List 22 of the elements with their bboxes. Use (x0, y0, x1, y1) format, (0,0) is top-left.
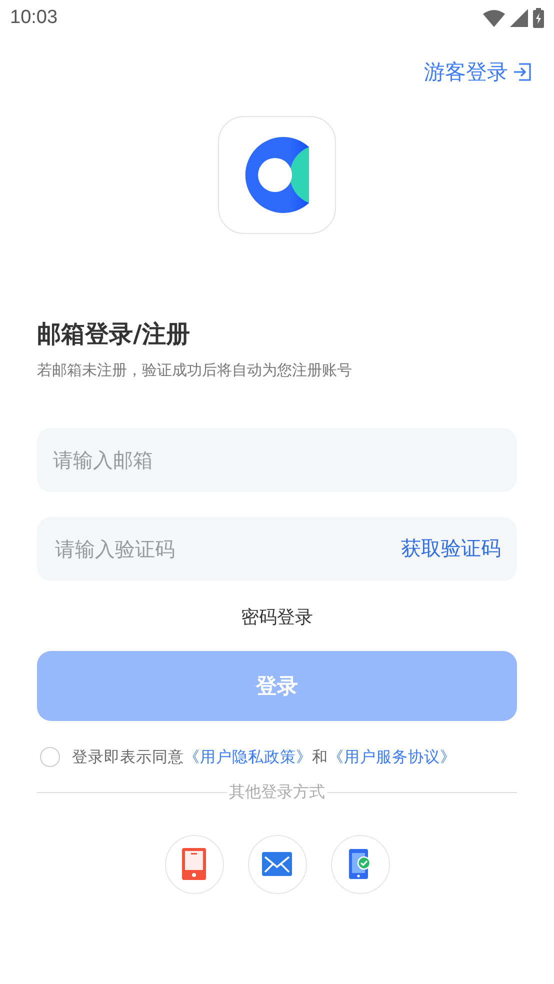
other-methods-label: 其他登录方式 (228, 782, 326, 803)
app-logo-icon (218, 116, 336, 234)
envelope-icon (262, 852, 292, 876)
subtitle-text: 若邮箱未注册，验证成功后将自动为您注册账号 (37, 360, 353, 380)
phone-icon (182, 848, 206, 880)
wifi-icon (483, 9, 505, 27)
signal-icon (510, 9, 528, 27)
privacy-policy-link[interactable]: 《用户隐私政策》 (184, 746, 312, 768)
login-icon (512, 62, 532, 82)
service-agreement-link[interactable]: 《用户服务协议》 (328, 746, 456, 768)
conjunction-text: 和 (312, 746, 328, 768)
battery-icon (533, 8, 544, 28)
agreement-text: 登录即表示同意 (72, 746, 184, 768)
get-code-button[interactable]: 获取验证码 (401, 535, 501, 562)
phone-check-icon (349, 848, 371, 880)
agreement-checkbox[interactable] (40, 747, 60, 768)
code-field[interactable]: 请输入验证码 获取验证码 (37, 516, 517, 581)
email-field[interactable]: 请输入邮箱 (37, 428, 517, 492)
status-time: 10:03 (10, 7, 58, 29)
guest-login-link[interactable]: 游客登录 (424, 58, 532, 86)
password-login-link[interactable]: 密码登录 (241, 604, 313, 629)
page-title: 邮箱登录/注册 (37, 320, 191, 349)
